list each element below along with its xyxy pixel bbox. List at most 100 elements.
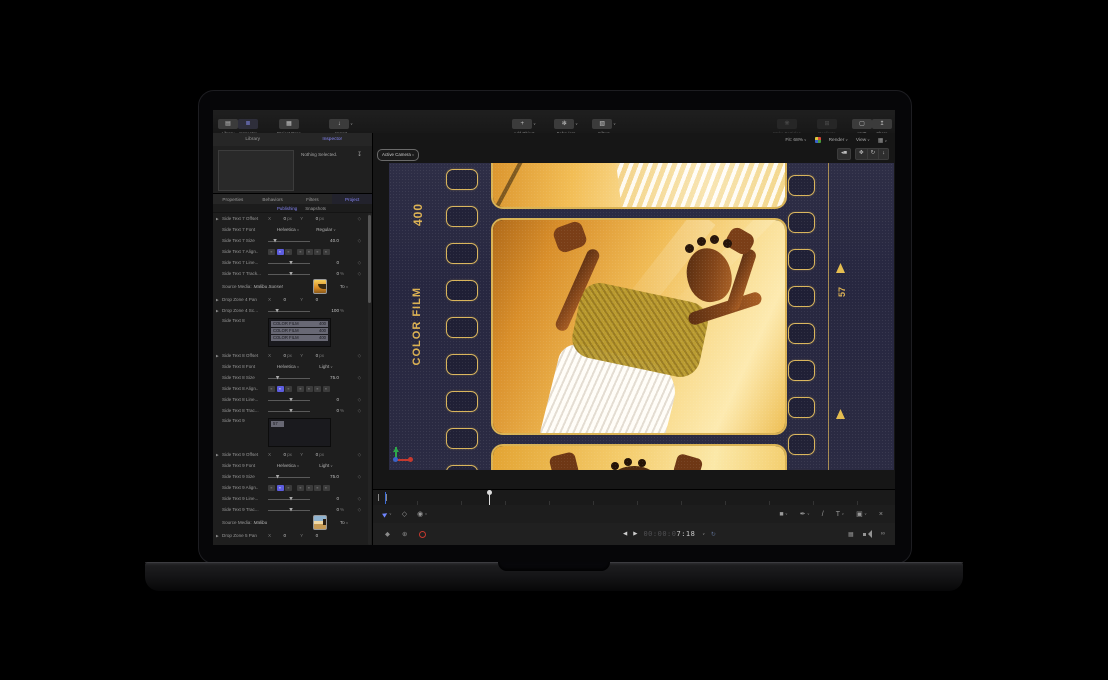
render-menu[interactable]: Render∨ <box>829 138 848 143</box>
align-button[interactable]: ≡ <box>323 249 330 255</box>
disclosure-triangle[interactable]: ▶ <box>213 545 222 546</box>
link-icon[interactable]: ∞ <box>881 531 885 537</box>
align-button[interactable]: ≡ <box>285 485 292 491</box>
keyframe-diamond[interactable]: ◇ <box>358 216 361 222</box>
keyframe-diamond[interactable]: ◇ <box>358 375 361 381</box>
camera-menu[interactable]: Active Camera∨ <box>377 149 419 161</box>
fit-zoom-menu[interactable]: Fit: 68%∨ <box>785 138 806 143</box>
x-value[interactable]: 0 <box>272 452 286 457</box>
project-viewport[interactable]: 400 COLOR FILM 57 <box>389 163 894 470</box>
transform-tool[interactable]: ◇ <box>402 510 407 518</box>
slider[interactable] <box>268 507 310 513</box>
font-weight-popup[interactable]: Regular <box>308 227 344 232</box>
slider-value[interactable]: 75.0 <box>313 474 339 479</box>
shape-tool[interactable]: ■∨ <box>779 511 787 518</box>
align-button[interactable]: ≡ <box>297 485 304 491</box>
scrollbar-thumb[interactable] <box>368 215 371 303</box>
y-value[interactable]: 0 <box>304 452 318 457</box>
camera-view-button[interactable]: ◂■ <box>837 148 851 160</box>
media-thumbnail[interactable] <box>313 279 327 294</box>
font-weight-popup[interactable]: Light <box>308 364 344 369</box>
align-button[interactable]: ≡ <box>323 386 330 392</box>
align-button[interactable]: ≡ <box>285 386 292 392</box>
disclosure-triangle[interactable]: ▶ <box>213 534 222 538</box>
y-value[interactable]: 0 <box>304 216 318 221</box>
loop-icon[interactable]: ↻ <box>711 531 716 538</box>
media-thumbnail[interactable] <box>313 515 327 530</box>
align-button[interactable]: ≡ <box>277 386 284 392</box>
keyframe-diamond[interactable]: ◇ <box>358 271 361 277</box>
pan-view-icon[interactable]: ✥ <box>855 148 868 160</box>
playhead-knob[interactable] <box>487 490 492 495</box>
bezier-tool[interactable]: ✒∨ <box>800 510 810 518</box>
line-tool[interactable]: / <box>822 511 824 518</box>
text-entry-box[interactable]: COLOR FILM400COLOR FILM400COLOR FILM400 <box>268 318 331 347</box>
y-value[interactable]: 0 <box>304 533 318 538</box>
align-button[interactable]: ≡ <box>268 249 275 255</box>
record-button[interactable] <box>419 531 426 538</box>
show-keyframes-icon[interactable]: ⊕ <box>402 530 407 538</box>
subtab-publishing[interactable]: Publishing <box>277 204 297 212</box>
align-button[interactable]: ≡ <box>268 485 275 491</box>
text-tool[interactable]: T∨ <box>836 511 844 518</box>
keyframe-tool-icon[interactable]: ◆ <box>385 530 390 538</box>
align-button[interactable]: ≡ <box>306 386 313 392</box>
orbit-view-icon[interactable]: ↻ <box>868 148 880 160</box>
keyframe-diamond[interactable]: ◇ <box>358 507 361 513</box>
align-button[interactable]: ≡ <box>314 485 321 491</box>
disclosure-triangle[interactable]: ▶ <box>213 354 222 358</box>
y-value[interactable]: 0 <box>304 353 318 358</box>
align-button[interactable]: ≡ <box>268 386 275 392</box>
align-button[interactable]: ≡ <box>277 485 284 491</box>
slider-value[interactable]: 0 <box>313 260 339 265</box>
disclosure-triangle[interactable]: ▶ <box>213 298 222 302</box>
slider[interactable] <box>268 397 310 403</box>
slider-value[interactable]: 0 <box>313 271 339 276</box>
align-button[interactable]: ≡ <box>297 249 304 255</box>
to-popup[interactable]: To <box>332 284 356 289</box>
x-value[interactable]: 0 <box>272 533 286 538</box>
disclosure-triangle[interactable]: ▶ <box>213 217 222 221</box>
tab-inspector[interactable]: Inspector <box>293 133 373 146</box>
to-popup[interactable]: To <box>332 520 356 525</box>
dolly-view-icon[interactable]: ↓ <box>879 148 889 160</box>
align-button[interactable]: ≡ <box>323 485 330 491</box>
select-tool[interactable]: ▶∨ <box>383 511 392 518</box>
keyframe-diamond[interactable]: ◇ <box>358 452 361 458</box>
mask-tool[interactable]: ▣∨ <box>856 510 867 518</box>
slider[interactable] <box>268 375 310 381</box>
x-value[interactable]: 0 <box>272 216 286 221</box>
slider[interactable] <box>268 544 310 546</box>
slider-value[interactable]: 40.0 <box>313 238 339 243</box>
timecode-display[interactable]: 00:00:07:18 <box>643 530 695 538</box>
align-button[interactable]: ≡ <box>277 249 284 255</box>
slider[interactable] <box>268 271 310 277</box>
chevron-down-icon[interactable]: ∨ <box>702 532 705 536</box>
font-family-popup[interactable]: Helvetica <box>268 463 308 468</box>
keyframe-diamond[interactable]: ◇ <box>358 496 361 502</box>
adjust-tool[interactable]: × <box>879 511 883 518</box>
disclosure-triangle[interactable]: ▶ <box>213 453 222 457</box>
3d-transform-tool[interactable]: ◉∨ <box>417 510 427 518</box>
layout-grid-icon[interactable]: ▦∨ <box>878 137 887 144</box>
slider[interactable] <box>268 496 310 502</box>
keyframe-diamond[interactable]: ◇ <box>358 397 361 403</box>
font-weight-popup[interactable]: Light <box>308 463 344 468</box>
panel-scrollbar[interactable] <box>368 213 371 545</box>
disclosure-triangle[interactable]: ▶ <box>213 309 222 313</box>
font-family-popup[interactable]: Helvetica <box>268 364 308 369</box>
font-family-popup[interactable]: Helvetica <box>268 227 308 232</box>
slider[interactable] <box>268 474 310 480</box>
slider-thumb[interactable] <box>275 545 279 546</box>
align-button[interactable]: ≡ <box>306 485 313 491</box>
keyframe-diamond[interactable]: ◇ <box>358 474 361 480</box>
keyframe-diamond[interactable]: ◇ <box>358 408 361 414</box>
play-button[interactable]: ▶ <box>633 531 637 537</box>
step-back-button[interactable]: ◀ <box>623 531 627 537</box>
keyframe-diamond[interactable]: ◇ <box>358 353 361 359</box>
slider-value[interactable]: 0 <box>313 496 339 501</box>
subtab-snapshots[interactable]: Snapshots <box>305 204 326 212</box>
slider-value[interactable]: 0 <box>313 507 339 512</box>
slider[interactable] <box>268 408 310 414</box>
align-button[interactable]: ≡ <box>285 249 292 255</box>
